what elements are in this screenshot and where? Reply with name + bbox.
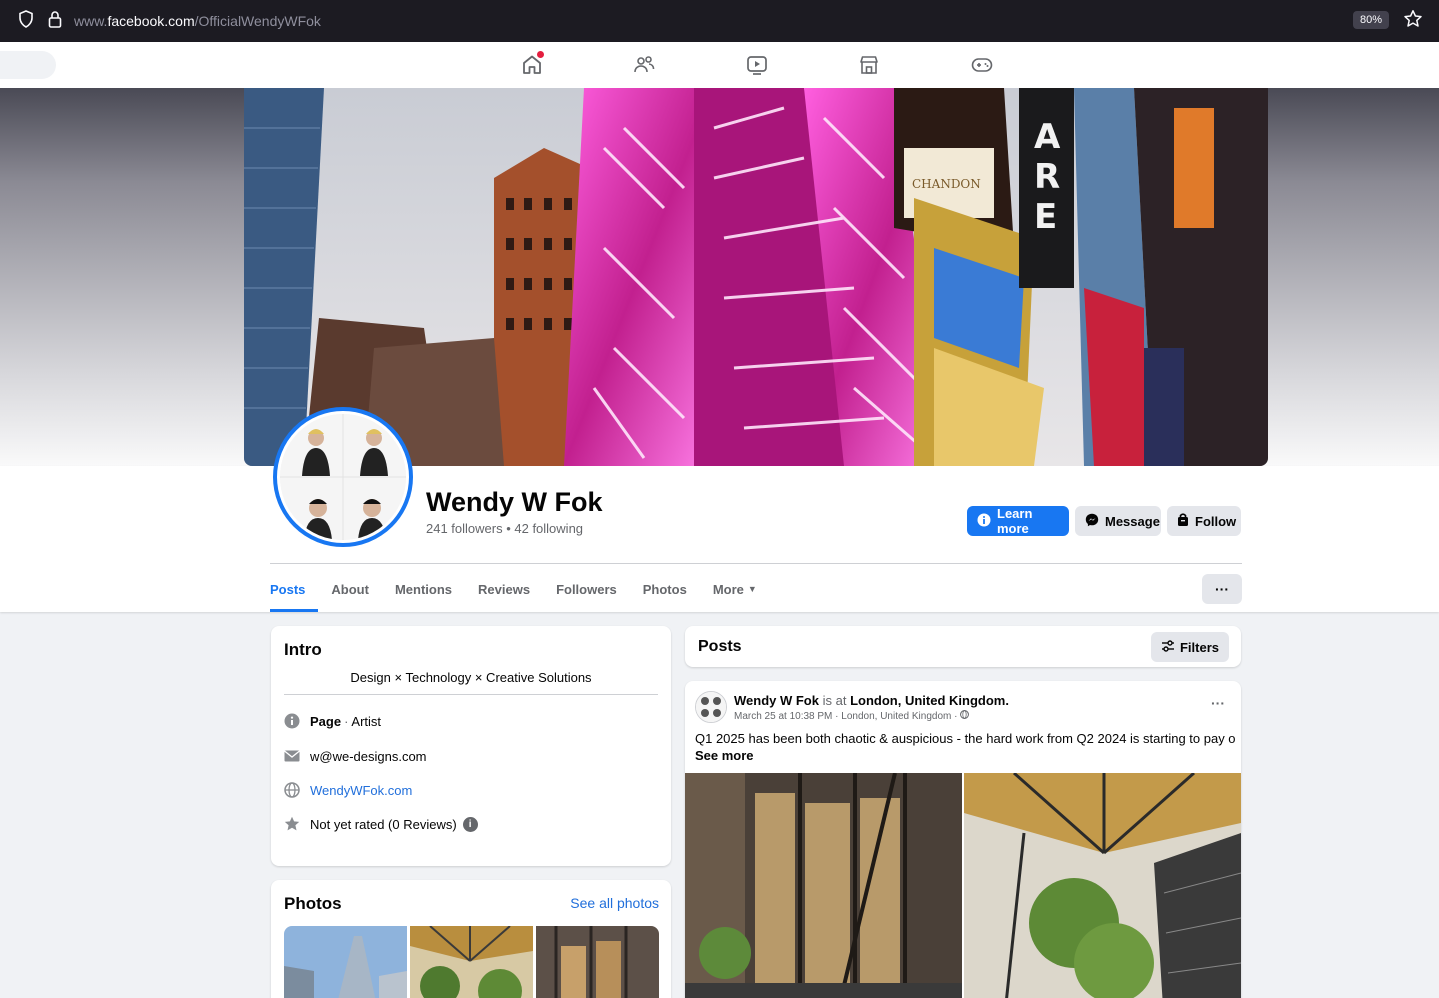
avatar-image (280, 414, 406, 540)
svg-text:E: E (1034, 197, 1057, 237)
star-icon (284, 816, 300, 832)
posts-title: Posts (698, 638, 742, 655)
follower-stats[interactable]: 241 followers • 42 following (426, 521, 583, 536)
facebook-top-nav (0, 42, 1439, 88)
photos-title: Photos (284, 894, 342, 913)
url-path: /OfficialWendyWFok (194, 13, 321, 29)
rating-text: Not yet rated (0 Reviews) (310, 816, 457, 832)
svg-text:R: R (1034, 157, 1060, 197)
address-bar[interactable]: www.facebook.com/OfficialWendyWFok (74, 13, 321, 29)
rating-info-icon[interactable]: i (462, 816, 478, 832)
intro-rating: Not yet rated (0 Reviews) i (284, 816, 478, 832)
filters-label: Filters (1179, 639, 1219, 655)
profile-tabs: Posts About Mentions Reviews Followers P… (270, 566, 770, 612)
message-button[interactable]: Message (1075, 506, 1161, 536)
intro-divider (284, 694, 658, 695)
learn-more-button[interactable]: Learn more (967, 506, 1069, 536)
globe-icon (960, 710, 970, 722)
intro-bio: Design × Technology × Creative Solutions (350, 670, 592, 685)
see-more-link[interactable]: See more (695, 748, 754, 763)
page-name: Wendy W Fok (426, 487, 603, 517)
post-meta: March 25 at 10:38 PM · London, United Ki… (734, 710, 970, 722)
photo-thumbnail[interactable] (284, 926, 407, 998)
home-icon[interactable] (520, 51, 544, 77)
info-icon (977, 513, 991, 530)
svg-text:A: A (1034, 117, 1061, 157)
photo-thumbnail[interactable] (410, 926, 533, 998)
tab-more[interactable]: More ▼ (700, 566, 770, 612)
post-menu-button[interactable]: ··· (1211, 695, 1225, 711)
intro-website[interactable]: WendyWFok.com (284, 782, 412, 798)
website-link[interactable]: WendyWFok.com (310, 783, 412, 798)
notification-dot (537, 51, 544, 58)
header-divider (270, 563, 1242, 564)
tab-followers[interactable]: Followers (543, 566, 630, 612)
page-label: Page (310, 713, 342, 729)
see-all-photos-link[interactable]: See all photos (570, 895, 659, 911)
tab-about[interactable]: About (318, 566, 382, 612)
marketplace-icon[interactable] (857, 53, 881, 77)
post-card: Wendy W Fok is at London, United Kingdom… (685, 681, 1241, 998)
post-timestamp[interactable]: March 25 at 10:38 PM · London, United Ki… (734, 711, 957, 722)
tab-photos[interactable]: Photos (630, 566, 700, 612)
caret-down-icon: ▼ (747, 584, 757, 594)
browser-toolbar: www.facebook.com/OfficialWendyWFok 80% (0, 0, 1439, 42)
intro-email[interactable]: w@we-designs.com (284, 748, 427, 764)
intro-card: Intro Design × Technology × Creative Sol… (271, 626, 671, 866)
email-text: w@we-designs.com (310, 748, 427, 764)
post-image[interactable] (685, 773, 962, 998)
video-icon[interactable] (745, 53, 769, 77)
follow-button[interactable]: Follow (1167, 506, 1241, 536)
post-image[interactable] (964, 773, 1241, 998)
learn-more-label: Learn more (997, 506, 1033, 536)
intro-page-category: Page · Artist (284, 713, 381, 729)
follow-icon (1177, 512, 1189, 530)
info-icon (284, 713, 300, 729)
follow-label: Follow (1195, 513, 1237, 529)
url-prefix: www. (74, 13, 108, 29)
post-location[interactable]: London, United Kingdom. (850, 693, 1009, 708)
post-text: Q1 2025 has been both chaotic & auspicio… (695, 731, 1235, 746)
posts-header-card: Posts Filters (685, 626, 1241, 667)
zoom-level[interactable]: 80% (1352, 11, 1389, 29)
filters-button[interactable]: Filters (1150, 632, 1229, 662)
cover-photo[interactable]: CHANDON A R E (244, 88, 1268, 466)
shield-icon[interactable] (18, 9, 34, 33)
nav-search-placeholder (0, 51, 56, 79)
friends-icon[interactable] (632, 53, 656, 77)
tab-reviews[interactable]: Reviews (465, 566, 543, 612)
messenger-icon (1085, 513, 1099, 530)
message-label: Message (1105, 513, 1160, 529)
bookmark-star-icon[interactable] (1403, 9, 1423, 34)
photos-card: Photos See all photos (271, 880, 671, 998)
gaming-icon[interactable] (970, 53, 994, 77)
dot-separator: · (344, 713, 349, 729)
tab-posts[interactable]: Posts (270, 566, 319, 612)
tab-mentions[interactable]: Mentions (382, 566, 465, 612)
globe-icon (284, 782, 300, 798)
tab-more-label: More (712, 581, 744, 597)
filter-sliders-icon (1161, 639, 1175, 655)
post-author-line: Wendy W Fok is at London, United Kingdom… (734, 693, 1009, 708)
intro-title: Intro (284, 640, 322, 659)
post-author-avatar[interactable] (695, 691, 727, 723)
page-category: Artist (351, 713, 382, 729)
post-author-name[interactable]: Wendy W Fok (734, 693, 819, 708)
profile-more-button[interactable]: ··· (1202, 574, 1242, 604)
photo-thumbnail[interactable] (536, 926, 659, 998)
lock-icon[interactable] (48, 10, 62, 33)
profile-avatar[interactable] (273, 407, 413, 547)
url-domain: facebook.com (107, 13, 195, 29)
envelope-icon (284, 748, 300, 764)
svg-text:CHANDON: CHANDON (912, 177, 981, 191)
post-is-at: is at (822, 693, 847, 708)
